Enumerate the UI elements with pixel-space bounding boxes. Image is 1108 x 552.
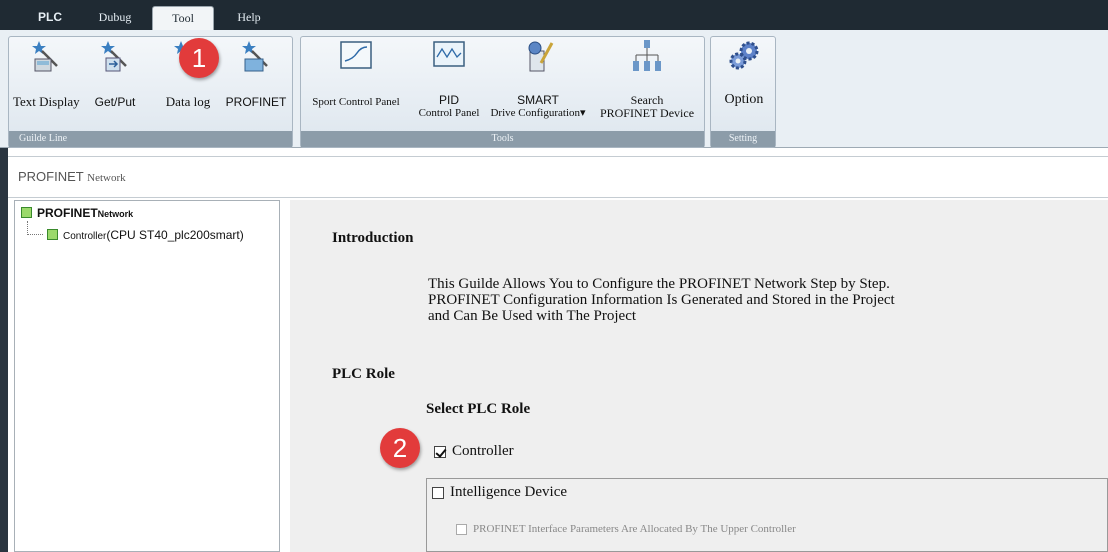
checkbox-box[interactable] bbox=[456, 523, 467, 535]
guide-line-group: Text Display Get/Put Data log PROFINET G… bbox=[8, 36, 293, 148]
controller-label: Controller bbox=[452, 443, 514, 459]
tree-connector bbox=[27, 221, 43, 235]
ribbon: Text Display Get/Put Data log PROFINET G… bbox=[0, 30, 1108, 148]
tree-node-sublabel: Network bbox=[97, 209, 134, 219]
page-header: PROFINET Network bbox=[8, 156, 1108, 198]
left-edge-bar bbox=[0, 148, 8, 552]
gears-icon bbox=[729, 41, 759, 70]
search-label: Search bbox=[630, 93, 664, 107]
get-put-label: Get/Put bbox=[94, 95, 136, 109]
tools-group: Sport Control Panel PID Control Panel SM… bbox=[300, 36, 705, 148]
tools-group-label: Tools bbox=[301, 131, 704, 147]
profinet-wizard-button[interactable]: PROFINET bbox=[223, 39, 289, 113]
get-put-button[interactable]: Get/Put bbox=[85, 39, 145, 113]
controller-checkbox[interactable]: Controller bbox=[434, 443, 514, 460]
smart-label: SMART bbox=[517, 93, 559, 107]
callout-badge-2: 2 bbox=[380, 428, 420, 468]
get-put-wizard-icon bbox=[101, 41, 127, 72]
select-plc-role-heading: Select PLC Role bbox=[426, 401, 531, 417]
page-title-main: PROFINET bbox=[18, 169, 84, 184]
callout-badge-1: 1 bbox=[179, 38, 219, 78]
tab-tool[interactable]: Tool bbox=[152, 6, 214, 30]
search-profinet-button[interactable]: Search PROFINET Device bbox=[593, 39, 701, 119]
page-title: PROFINET Network bbox=[18, 169, 126, 184]
data-log-label: Data log bbox=[165, 94, 211, 109]
introduction-heading: Introduction bbox=[332, 230, 414, 246]
control-panel-label: Sport Control Panel bbox=[312, 96, 400, 108]
introduction-text: This Guilde Allows You to Configure the … bbox=[428, 276, 895, 324]
drive-config-icon bbox=[528, 41, 554, 72]
intro-line: PROFINET Configuration Information Is Ge… bbox=[428, 292, 895, 308]
setting-group: Option Setting bbox=[710, 36, 776, 148]
drive-config-button[interactable]: SMART Drive Configuration▾ bbox=[489, 39, 587, 119]
option-button[interactable]: Option bbox=[713, 39, 775, 113]
intelligence-device-label: Intelligence Device bbox=[450, 484, 568, 500]
pid-label-2: Control Panel bbox=[418, 107, 480, 119]
tree-node-profinet-network[interactable]: PROFINETNetwork bbox=[21, 206, 133, 220]
wizard-content: Introduction This Guilde Allows You to C… bbox=[290, 200, 1108, 552]
tree-node-controller[interactable]: Controller(CPU ST40_plc200smart) bbox=[47, 228, 244, 242]
drive-config-label: Drive Configuration▾ bbox=[490, 107, 586, 119]
profinet-device-label: PROFINET Device bbox=[599, 106, 695, 120]
pid-panel-icon bbox=[433, 41, 465, 67]
node-status-icon bbox=[21, 207, 32, 218]
menu-bar: PLC Dubug Tool Help bbox=[0, 0, 1108, 30]
checkbox-box[interactable] bbox=[432, 486, 444, 499]
intro-line: This Guilde Allows You to Configure the … bbox=[428, 276, 890, 292]
node-status-icon bbox=[47, 229, 58, 240]
profinet-wizard-icon bbox=[242, 41, 268, 72]
tree-node-sublabel: Controller bbox=[63, 231, 107, 242]
plc-role-heading: PLC Role bbox=[332, 366, 395, 382]
pid-panel-button[interactable]: PID Control Panel bbox=[411, 39, 487, 119]
intro-line: and Can Be Used with The Project bbox=[428, 308, 637, 324]
setting-group-label: Setting bbox=[711, 131, 775, 147]
profinet-params-checkbox[interactable]: PROFINET Interface Parameters Are Alloca… bbox=[456, 523, 796, 535]
intelligence-device-checkbox[interactable]: Intelligence Device bbox=[432, 484, 567, 501]
text-display-label: Text Display bbox=[13, 94, 80, 109]
text-display-wizard-icon bbox=[32, 41, 58, 72]
tab-debug[interactable]: Dubug bbox=[80, 6, 150, 30]
network-search-icon bbox=[633, 40, 661, 71]
tree-node-label: PROFINET bbox=[37, 206, 98, 220]
text-display-button[interactable]: Text Display bbox=[13, 39, 80, 113]
network-tree: PROFINETNetwork Controller(CPU ST40_plc2… bbox=[14, 200, 280, 552]
option-label: Option bbox=[724, 92, 764, 107]
guide-line-group-label: Guilde Line bbox=[9, 131, 292, 147]
control-panel-button[interactable]: Sport Control Panel bbox=[307, 39, 405, 113]
profinet-label: PROFINET bbox=[225, 95, 287, 109]
tree-node-label: (CPU ST40_plc200smart) bbox=[106, 228, 244, 242]
profinet-params-label: PROFINET Interface Parameters Are Alloca… bbox=[473, 523, 796, 535]
tab-help[interactable]: Help bbox=[218, 6, 280, 30]
tab-plc[interactable]: PLC bbox=[28, 6, 72, 30]
pid-label: PID bbox=[438, 93, 459, 107]
page-title-small: Network bbox=[87, 172, 126, 184]
checkbox-box[interactable] bbox=[434, 445, 446, 458]
control-panel-icon bbox=[340, 41, 372, 69]
